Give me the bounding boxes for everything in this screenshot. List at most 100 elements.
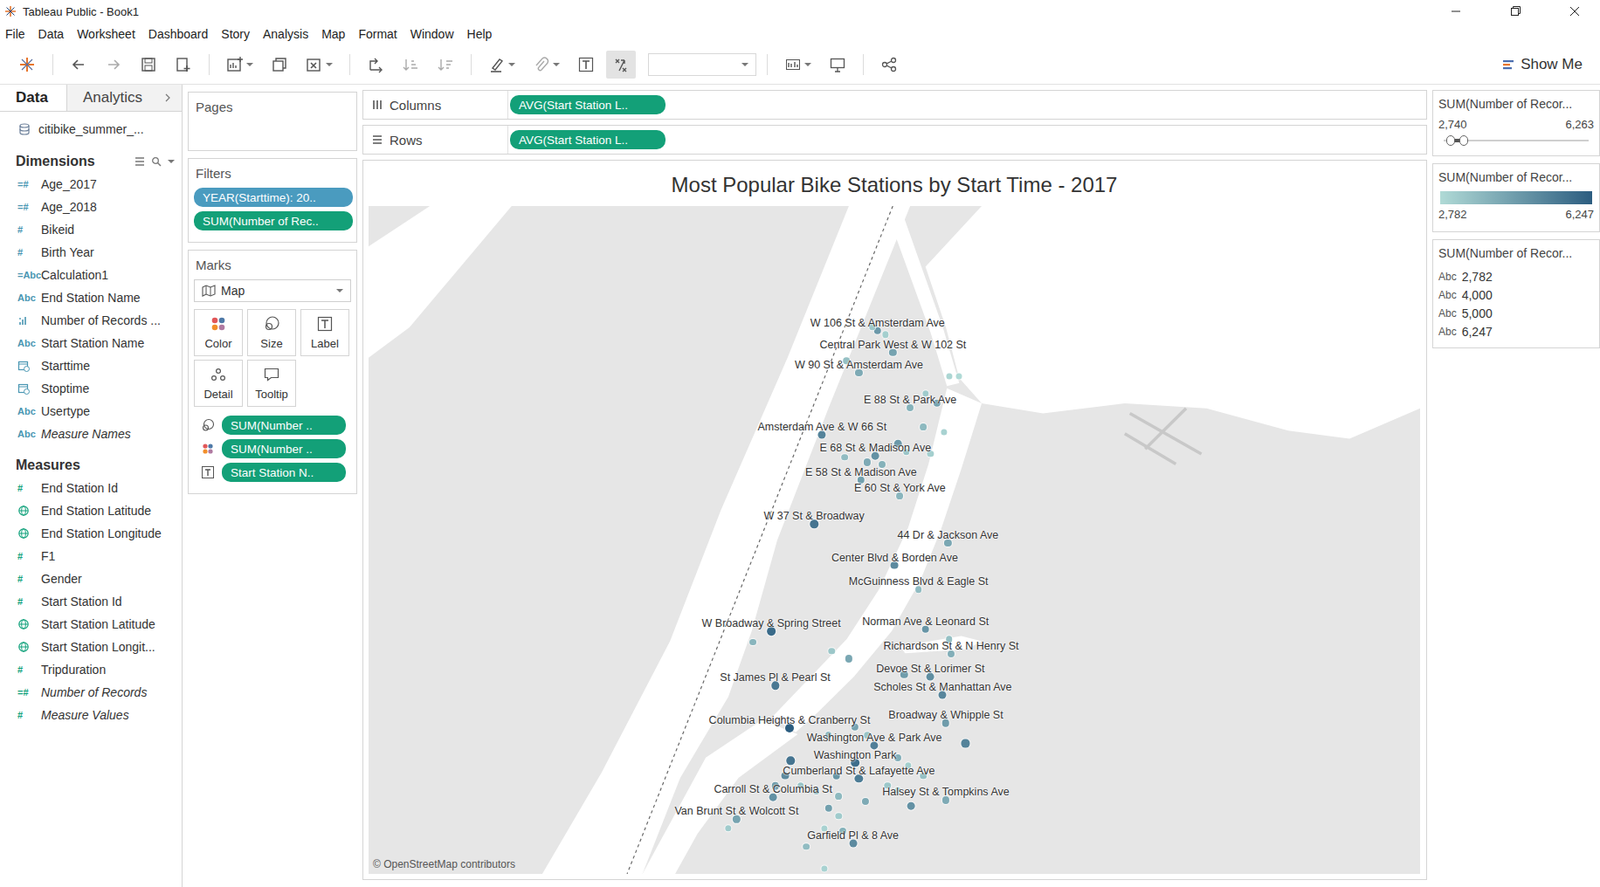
measure-field[interactable]: # End Station Id	[0, 476, 182, 500]
menu-item[interactable]: Window	[405, 24, 463, 44]
measure-field[interactable]: Start Station Longit...	[0, 635, 182, 659]
new-sheet-dropdown-icon[interactable]	[246, 62, 254, 68]
station-point[interactable]	[841, 454, 849, 462]
show-me-button[interactable]: Show Me	[1492, 52, 1592, 77]
mark-property-button[interactable]: Tooltip	[247, 359, 297, 407]
measure-field[interactable]: Start Station Latitude	[0, 613, 182, 636]
pages-card[interactable]: Pages	[187, 91, 358, 152]
share-button[interactable]	[874, 50, 904, 79]
pane-tab[interactable]: Data	[0, 84, 67, 111]
sort-descending-button[interactable]	[430, 50, 461, 79]
tableau-home-button[interactable]	[12, 50, 42, 79]
size-legend-item[interactable]: Abc 5,000	[1438, 303, 1594, 323]
swap-button[interactable]	[360, 50, 391, 79]
redo-button[interactable]	[98, 50, 129, 79]
size-encoding-icon[interactable]	[200, 418, 215, 433]
size-legend-item[interactable]: Abc 2,782	[1438, 267, 1594, 286]
dimension-field[interactable]: Abc Usertype	[0, 400, 182, 423]
menu-item[interactable]: Analysis	[257, 24, 317, 44]
mark-type-dropdown[interactable]: Map	[193, 279, 352, 303]
highlight-button[interactable]	[482, 50, 522, 79]
dimension-field[interactable]: Number of Records ...	[0, 309, 182, 332]
new-worksheet-button[interactable]	[220, 50, 260, 79]
view-list-icon[interactable]	[134, 156, 145, 167]
size-legend-item[interactable]: Abc 4,000	[1438, 285, 1594, 304]
station-point[interactable]	[802, 843, 810, 851]
station-point[interactable]	[907, 802, 916, 811]
cards-dropdown-icon[interactable]	[804, 62, 812, 68]
duplicate-sheet-button[interactable]	[264, 50, 295, 79]
menu-item[interactable]: Help	[462, 24, 501, 44]
dimensions-menu-icon[interactable]	[167, 158, 175, 165]
dimension-field[interactable]: =# Age_2018	[0, 195, 182, 219]
measure-field[interactable]: # Measure Values	[0, 703, 182, 727]
range-slider[interactable]	[1443, 134, 1589, 147]
mark-field-pill[interactable]: SUM(Number ..	[221, 415, 346, 435]
station-point[interactable]	[919, 423, 927, 431]
new-data-source-button[interactable]	[168, 50, 199, 79]
pane-tab[interactable]: Analytics	[66, 84, 182, 111]
dimension-field[interactable]: Abc Start Station Name	[0, 331, 182, 355]
menu-item[interactable]: Worksheet	[71, 24, 144, 44]
color-encoding-icon[interactable]	[200, 441, 215, 456]
dimension-field[interactable]: Starttime	[0, 354, 182, 378]
clear-sheet-button[interactable]	[299, 50, 339, 79]
station-point[interactable]	[956, 372, 963, 380]
restore-icon[interactable]	[1495, 0, 1536, 22]
size-legend-item[interactable]: Abc 6,247	[1438, 322, 1594, 341]
shelf-pill[interactable]: AVG(Start Station L..	[510, 130, 666, 150]
group-button[interactable]	[526, 50, 566, 79]
mark-property-button[interactable]: Detail	[193, 359, 243, 407]
dimension-field[interactable]: =Abc Calculation1	[0, 263, 182, 287]
fit-dropdown[interactable]	[648, 53, 757, 76]
menu-item[interactable]: Data	[33, 24, 73, 44]
menu-item[interactable]: Map	[316, 24, 353, 44]
slider-handle[interactable]	[1459, 135, 1469, 146]
filter-pill[interactable]: SUM(Number of Rec..	[193, 211, 353, 231]
dimension-field[interactable]: Abc End Station Name	[0, 286, 182, 310]
map-attribution[interactable]: © OpenStreetMap contributors	[372, 858, 516, 871]
clear-dropdown-icon[interactable]	[325, 62, 333, 68]
highlight-dropdown-icon[interactable]	[508, 62, 516, 68]
data-source[interactable]: citibike_summer_...	[0, 111, 182, 144]
minimize-icon[interactable]	[1435, 0, 1476, 22]
undo-button[interactable]	[63, 50, 94, 79]
mark-property-button[interactable]: Size	[247, 309, 297, 357]
group-dropdown-icon[interactable]	[552, 62, 560, 68]
measure-field[interactable]: =# Number of Records	[0, 681, 182, 704]
close-icon[interactable]	[1554, 0, 1595, 22]
dimension-field[interactable]: Abc Measure Names	[0, 422, 182, 446]
menu-item[interactable]: File	[0, 24, 34, 44]
mark-type-chevron-icon[interactable]	[336, 288, 344, 294]
measure-field[interactable]: # Gender	[0, 567, 182, 591]
save-button[interactable]	[133, 50, 164, 79]
station-point[interactable]	[834, 793, 842, 800]
measure-field[interactable]: End Station Longitude	[0, 522, 182, 545]
measure-field[interactable]: # Start Station Id	[0, 590, 182, 614]
shelf-pill[interactable]: AVG(Start Station L..	[510, 95, 666, 115]
sort-ascending-button[interactable]	[395, 50, 426, 79]
search-icon[interactable]	[151, 156, 162, 167]
dimension-field[interactable]: =# Age_2017	[0, 172, 182, 196]
dimension-field[interactable]: # Birth Year	[0, 241, 182, 264]
map[interactable]: W 106 St & Amsterdam AveCentral Park Wes…	[368, 206, 1421, 875]
menu-item[interactable]: Format	[352, 24, 405, 44]
menu-item[interactable]: Story	[215, 24, 258, 44]
measure-field[interactable]: # F1	[0, 544, 182, 568]
presentation-mode-button[interactable]	[822, 50, 853, 79]
measure-field[interactable]: End Station Latitude	[0, 499, 182, 523]
filter-pill[interactable]: YEAR(Starttime): 20..	[193, 187, 353, 207]
label-encoding-icon[interactable]	[200, 465, 215, 480]
show-labels-button[interactable]	[571, 50, 601, 79]
menu-item[interactable]: Dashboard	[143, 24, 217, 44]
mark-field-pill[interactable]: SUM(Number ..	[221, 439, 346, 459]
mark-property-button[interactable]: Label	[300, 309, 350, 357]
show-cards-button[interactable]	[778, 50, 818, 79]
fit-dropdown-icon[interactable]	[741, 62, 749, 68]
fix-axes-button[interactable]	[606, 50, 636, 79]
slider-handle[interactable]	[1446, 135, 1456, 146]
dimension-field[interactable]: # Bikeid	[0, 218, 182, 242]
dimension-field[interactable]: Stoptime	[0, 377, 182, 400]
measure-field[interactable]: # Tripduration	[0, 658, 182, 682]
pane-menu-icon[interactable]	[164, 93, 172, 103]
